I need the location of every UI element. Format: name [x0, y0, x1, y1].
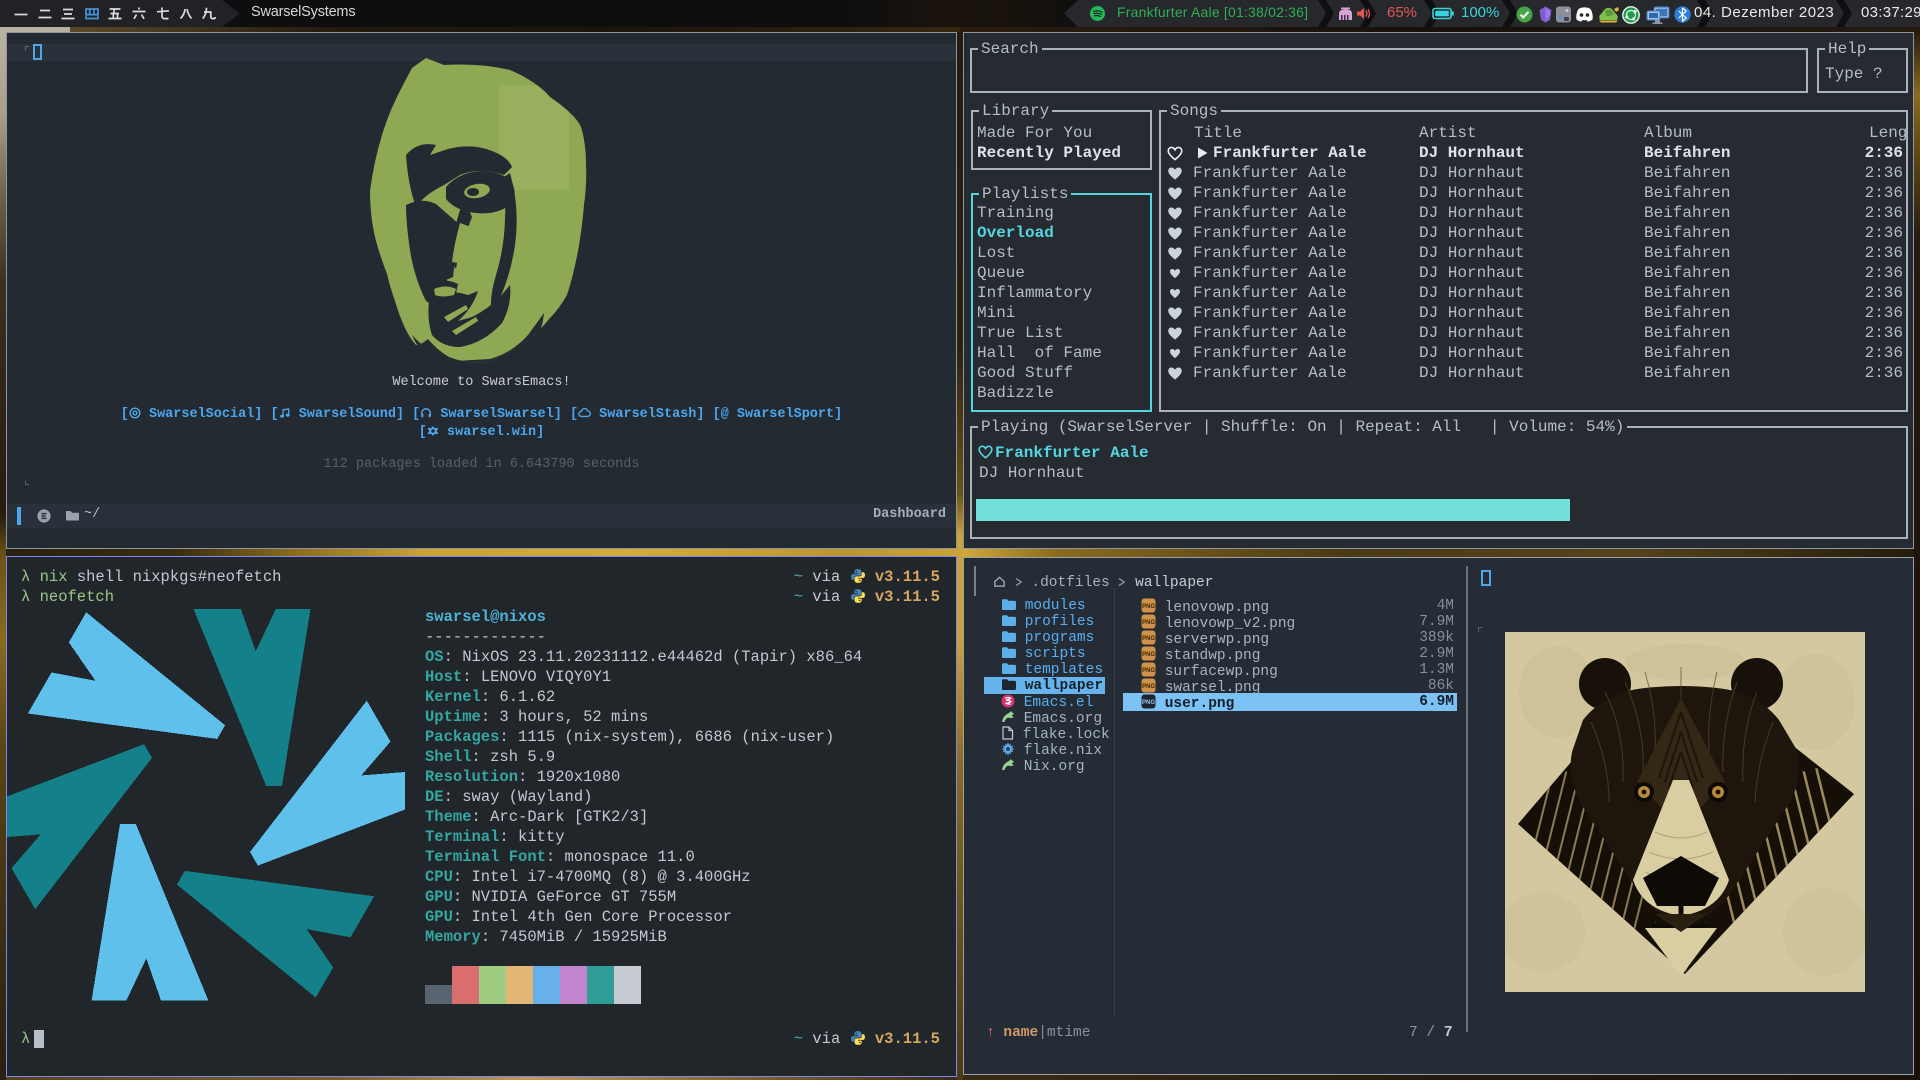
svg-text:PNG: PNG [1142, 700, 1155, 706]
svg-text:PNG: PNG [1142, 620, 1155, 626]
svg-text:PNG: PNG [1142, 652, 1155, 658]
svg-text:PNG: PNG [1142, 668, 1155, 674]
svg-text:PNG: PNG [1142, 604, 1155, 610]
svg-text:PNG: PNG [1142, 684, 1155, 690]
svg-text:PNG: PNG [1142, 636, 1155, 642]
